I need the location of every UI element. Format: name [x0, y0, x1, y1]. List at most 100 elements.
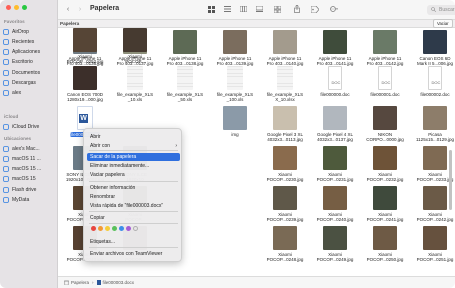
more-actions-icon[interactable] — [328, 4, 339, 14]
back-button[interactable]: ‹ — [64, 4, 72, 14]
menu-item-renombrar[interactable]: Renombrar — [87, 193, 180, 201]
sidebar-item-escritorio[interactable]: Escritorio — [3, 58, 56, 67]
file-name: Canon EOS 700D 1280x19...000.jpg — [60, 92, 110, 102]
sidebar-item-macos-15[interactable]: macOS 15 ... — [3, 165, 56, 174]
tag-color-dot[interactable] — [119, 226, 124, 231]
menu-separator — [89, 150, 178, 151]
sidebar-item-descargas[interactable]: Descargas — [3, 79, 56, 88]
path-crumb-trash[interactable]: Papelera — [71, 280, 89, 285]
group-button[interactable] — [272, 4, 283, 14]
file-item[interactable]: file_example_XLS _50.xls — [160, 66, 210, 116]
gallery-view-button[interactable] — [254, 4, 265, 14]
minimize-window-button[interactable] — [14, 5, 19, 10]
menu-item-label: Vista rápida de “file000003.docx” — [90, 203, 164, 209]
menu-item-vaciar-papelera[interactable]: Vaciar papelera — [87, 171, 180, 179]
empty-trash-button[interactable]: Vaciar — [433, 19, 453, 28]
file-name: Xiaomi POCOP...0230.jpg — [260, 172, 310, 182]
path-crumb-file[interactable]: file000003.docx — [103, 280, 135, 285]
icon-view-button[interactable] — [206, 4, 217, 14]
search-field[interactable]: Buscar — [427, 5, 455, 15]
word-doc-icon — [96, 280, 101, 285]
menu-item-vista-r-pida-de-file000003-docx[interactable]: Vista rápida de “file000003.docx” — [87, 202, 180, 210]
sidebar-item-alex[interactable]: alex — [3, 89, 56, 98]
file-name-line2: _100.xls — [226, 97, 244, 103]
tag-color-dot[interactable] — [105, 226, 110, 231]
sidebar-item-macos-15[interactable]: macOS 15 — [3, 175, 56, 184]
sidebar-item-label: alex's Mac... — [12, 145, 40, 152]
sidebar-item-macos-11[interactable]: macOS 11 ... — [3, 154, 56, 163]
close-window-button[interactable] — [6, 5, 11, 10]
sidebar-item-mydata[interactable]: MyData — [3, 196, 56, 205]
menu-separator — [89, 211, 178, 212]
sidebar-item-icloud-drive[interactable]: iCloud Drive — [3, 122, 56, 131]
finder-window: Favoritos AirDrop Recientes Aplicaciones Es… — [0, 0, 455, 288]
file-name-line2: POCOP...0239.jpg — [266, 217, 304, 223]
file-name: Xiaomi POCOP...0239.jpg — [260, 212, 310, 222]
file-name: Google Pixel 3 XL 4032x3...0113.jpg — [260, 132, 310, 142]
sidebar-item-aplicaciones[interactable]: Aplicaciones — [3, 48, 56, 57]
menu-item-obtener-informaci-n[interactable]: Obtener información — [87, 184, 180, 192]
menu-item-etiquetas[interactable]: Etiquetas... — [87, 238, 180, 246]
menu-item-sacar-de-la-papelera[interactable]: Sacar de la papelera — [87, 153, 180, 161]
column-view-button[interactable] — [238, 4, 249, 14]
file-item[interactable]: img — [210, 106, 260, 156]
menu-item-copiar[interactable]: Copiar — [87, 214, 180, 222]
image-thumbnail — [73, 28, 97, 52]
share-icon[interactable] — [292, 4, 301, 14]
tag-icon[interactable] — [310, 4, 319, 14]
applications-icon — [3, 49, 9, 55]
file-name-line2: POCOP...0242.jpg — [416, 217, 454, 223]
menu-item-eliminar-inmediatamente[interactable]: Eliminar inmediatamente... — [87, 162, 180, 170]
image-thumbnail — [273, 30, 297, 54]
menu-item-label: Enviar archivos con TeamViewer — [90, 251, 163, 257]
file-item[interactable]: Xiaomi POCOP...0249.jpg — [310, 226, 360, 276]
file-name: XiaomiPOCOP... — [110, 54, 160, 64]
file-item[interactable]: Xiaomi POCOP...0251.jpg — [410, 226, 455, 276]
document-icon: DOC — [328, 66, 342, 90]
forward-button[interactable]: › — [76, 4, 84, 14]
file-name: Apple iPhone 11 Pro 403...0140.jpg — [260, 56, 310, 66]
list-view-button[interactable] — [222, 4, 233, 14]
sidebar-item-label: alex — [12, 90, 22, 97]
file-name: Apple iPhone 11 Pro 403...0141.jpg — [310, 56, 360, 66]
sidebar-item-alex-s-mac[interactable]: alex's Mac... — [3, 144, 56, 153]
tag-color-dot[interactable] — [112, 226, 117, 231]
sidebar-item-documentos[interactable]: Documentos — [3, 68, 56, 77]
file-name-line2: 4032x3...0137.jpg — [317, 137, 353, 143]
document-icon — [3, 69, 9, 76]
file-name: file000001.doc — [360, 92, 410, 97]
sidebar-item-label: macOS 15 — [12, 176, 36, 183]
menu-item-label: Renombrar — [90, 194, 116, 200]
tag-color-dot[interactable] — [98, 226, 103, 231]
sidebar: Favoritos AirDrop Recientes Aplicaciones Es… — [0, 0, 58, 288]
tag-color-dot[interactable] — [133, 226, 138, 231]
sidebar-item-label: Flash drive — [12, 186, 37, 193]
sidebar-item-airdrop[interactable]: AirDrop — [3, 27, 56, 36]
sidebar-item-label: AirDrop — [12, 28, 29, 35]
image-thumbnail — [423, 186, 447, 210]
file-name-line2: POCOP...0249.jpg — [316, 257, 354, 263]
download-icon — [3, 80, 9, 86]
image-thumbnail — [323, 226, 347, 250]
file-item[interactable]: XiaomiPOCOP... — [110, 28, 160, 78]
sidebar-item-recientes[interactable]: Recientes — [3, 37, 56, 46]
menu-item-enviar-archivos-con-teamviewer[interactable]: Enviar archivos con TeamViewer — [87, 250, 180, 258]
tag-color-dot[interactable] — [91, 226, 96, 231]
menu-item-abrir[interactable]: Abrir — [87, 133, 180, 141]
zoom-window-button[interactable] — [22, 5, 27, 10]
file-item[interactable]: Xiaomi POCOP...0248.jpg — [260, 226, 310, 276]
image-thumbnail — [423, 30, 447, 54]
file-name: Xiaomi POCOP...0231.jpg — [310, 172, 360, 182]
sidebar-item-label: MyData — [12, 197, 30, 203]
scrollbar[interactable] — [449, 150, 452, 210]
file-item[interactable]: Xiaomi POCOP...0252.jpg — [60, 28, 110, 78]
sidebar-item-flash-drive[interactable]: Flash drive — [3, 185, 56, 194]
file-item[interactable]: Xiaomi POCOP...0250.jpg — [360, 226, 410, 276]
menu-item-abrir-con[interactable]: Abrir con › — [87, 142, 180, 150]
tag-color-dot[interactable] — [126, 226, 131, 231]
file-name-line2: POCOP...0232.jpg — [366, 177, 404, 183]
svg-text:DOC: DOC — [382, 80, 391, 85]
home-icon — [3, 90, 9, 97]
submenu-chevron-icon: › — [175, 143, 177, 149]
menu-item-label: Eliminar inmediatamente... — [90, 163, 150, 169]
